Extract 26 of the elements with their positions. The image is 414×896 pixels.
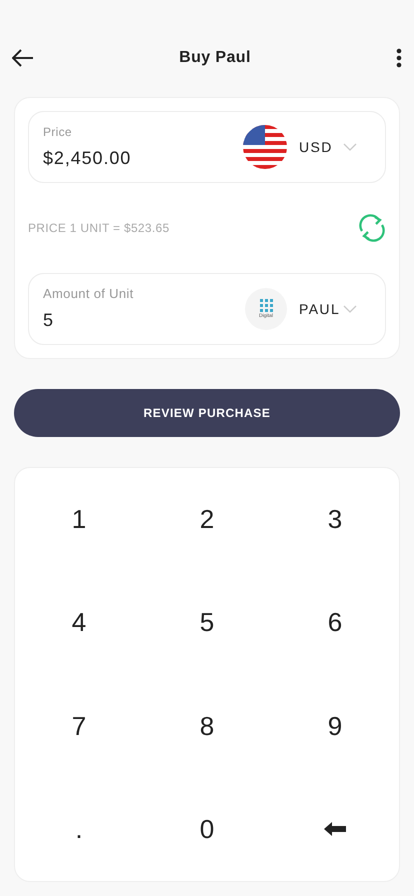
keypad-key[interactable]: 1 <box>64 500 94 540</box>
keypad-key[interactable]: 6 <box>320 603 350 642</box>
more-options-icon[interactable] <box>396 48 402 68</box>
keypad-key[interactable]: 4 <box>64 603 94 642</box>
field-value: $2,450.00 <box>43 146 132 170</box>
keypad-key[interactable]: 8 <box>192 706 222 746</box>
review-purchase-button[interactable]: REVIEW PURCHASE <box>14 389 400 437</box>
price-field[interactable]: Price $2,450.00 USD <box>28 111 386 183</box>
dot-grid-icon <box>260 299 272 312</box>
field-value: 5 <box>43 309 54 332</box>
keypad-key[interactable]: 3 <box>320 500 350 540</box>
field-label: Price <box>43 124 73 140</box>
keypad-key[interactable]: 9 <box>320 706 350 746</box>
keypad-key[interactable]: 5 <box>192 603 222 642</box>
keypad-key[interactable]: 0 <box>192 810 222 849</box>
backspace-icon[interactable] <box>324 822 346 836</box>
unit-price-text: PRICE 1 UNIT = $523.65 <box>28 220 170 237</box>
keypad-key[interactable]: 2 <box>192 500 222 540</box>
currency-selector[interactable]: PAUL <box>299 298 339 320</box>
field-label: Amount of Unit <box>43 284 135 303</box>
back-arrow-icon[interactable] <box>12 49 34 67</box>
page-title: Buy Paul <box>179 48 251 68</box>
keypad-key[interactable]: 7 <box>64 706 94 746</box>
currency-selector[interactable]: USD <box>299 136 339 158</box>
keypad-key[interactable]: . <box>67 810 91 849</box>
flag-icon <box>243 125 287 169</box>
